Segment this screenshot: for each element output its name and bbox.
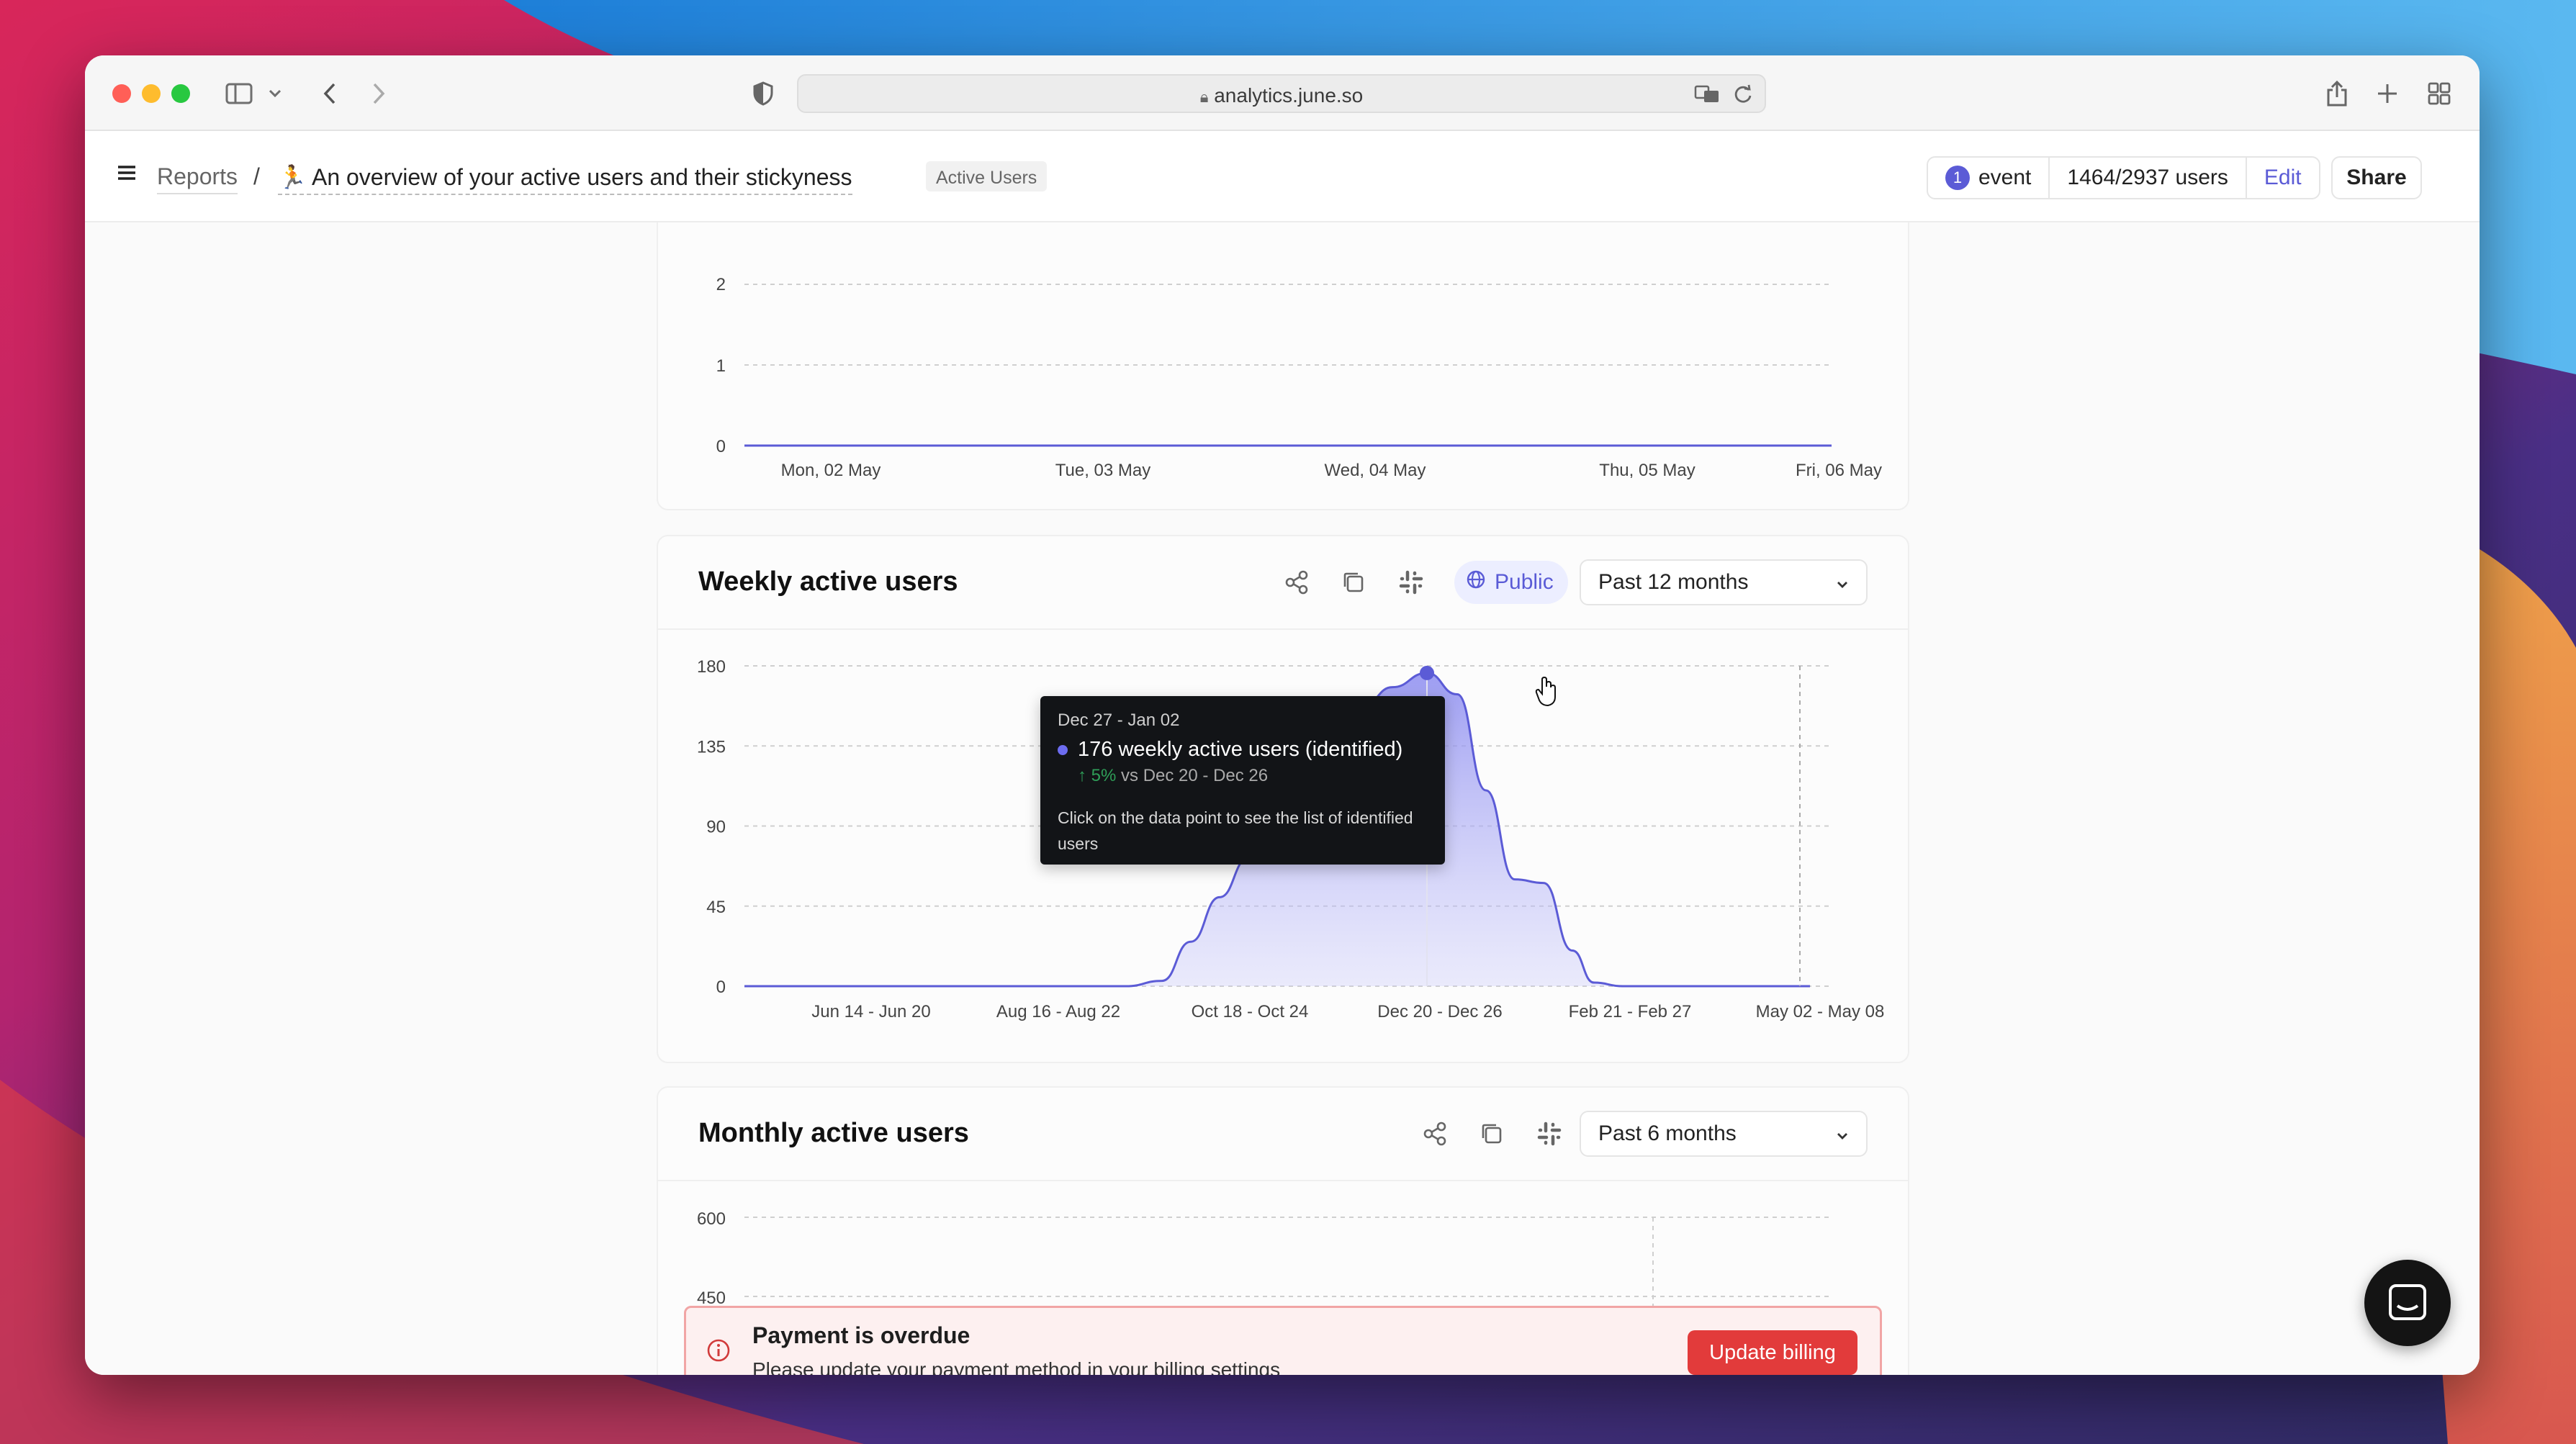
share-icon[interactable] (1420, 1118, 1451, 1150)
chevron-down-icon (1836, 570, 1849, 595)
card-header: Monthly active users Past 6 months (658, 1088, 1908, 1181)
y-tick-label: 90 (706, 818, 726, 837)
mouse-cursor (1535, 676, 1559, 710)
tooltip-compare: vs Dec 20 - Dec 26 (1121, 766, 1269, 785)
report-emoji: 🏃 (278, 164, 307, 190)
x-tick-label: Feb 21 - Feb 27 (1569, 1002, 1692, 1021)
date-range-select[interactable]: Past 6 months (1580, 1111, 1868, 1157)
highlight-point[interactable] (1420, 665, 1434, 680)
arrow-up-icon: ↑ (1078, 766, 1086, 785)
breadcrumb-separator: / (253, 163, 260, 189)
date-range-value: Past 6 months (1598, 1122, 1737, 1145)
card-title: Monthly active users (698, 1118, 969, 1148)
browser-window: 🔒︎ analytics.june.so Reports / 🏃 An over… (85, 55, 2480, 1375)
tooltip-change: 5% (1091, 766, 1117, 785)
x-tick-label: Dec 20 - Dec 26 (1377, 1002, 1502, 1021)
users-count[interactable]: 1464/2937 users (2050, 158, 2247, 198)
share-icon[interactable] (1282, 567, 1313, 598)
report-title-text: An overview of your active users and the… (311, 164, 852, 190)
report-header: Reports / 🏃 An overview of your active u… (85, 131, 2480, 222)
lock-icon: 🔒︎ (1199, 88, 1209, 106)
copy-icon[interactable] (1476, 1118, 1508, 1150)
zoom-window-button[interactable] (171, 84, 190, 103)
card-title: Weekly active users (698, 567, 958, 597)
event-label: event (1978, 166, 2032, 189)
translate-icon[interactable] (1694, 85, 1720, 107)
public-toggle[interactable]: Public (1454, 561, 1568, 604)
y-tick-label: 135 (697, 737, 726, 757)
chart-tooltip: Dec 27 - Jan 02 176 weekly active users … (1040, 696, 1445, 865)
daily-active-users-card: 2 1 0 Mon, 02 May Tue, 03 May Wed, 04 May Thu,… (657, 222, 1909, 510)
x-tick-label: Tue, 03 May (1055, 461, 1151, 480)
privacy-shield-icon[interactable] (749, 76, 778, 112)
y-tick-label: 45 (706, 898, 726, 917)
payment-message: Please update your payment method in you… (752, 1358, 1281, 1375)
share-sheet-icon[interactable] (2323, 76, 2351, 112)
tooltip-value: 176 weekly active users (identified) (1078, 738, 1403, 761)
tab-overview-icon[interactable] (2425, 76, 2454, 112)
chevron-down-icon[interactable] (266, 76, 284, 112)
new-tab-icon[interactable] (2373, 76, 2402, 112)
address-bar[interactable]: 🔒︎ analytics.june.so (797, 74, 1766, 113)
x-tick-label: Thu, 05 May (1599, 461, 1695, 480)
x-tick-label: Aug 16 - Aug 22 (996, 1002, 1120, 1021)
back-arrow-icon[interactable] (315, 76, 344, 112)
minimize-window-button[interactable] (142, 84, 161, 103)
close-window-button[interactable] (112, 84, 131, 103)
x-tick-label: Oct 18 - Oct 24 (1192, 1002, 1309, 1021)
y-tick-label: 1 (716, 356, 726, 376)
url-text: analytics.june.so (1214, 84, 1364, 107)
date-range-value: Past 12 months (1598, 570, 1749, 594)
y-tick-label: 0 (716, 978, 726, 997)
browser-toolbar: 🔒︎ analytics.june.so (85, 55, 2480, 131)
chat-launcher-button[interactable] (2364, 1260, 2451, 1346)
breadcrumb-reports[interactable]: Reports (157, 163, 238, 194)
report-content: 2 1 0 Mon, 02 May Tue, 03 May Wed, 04 May Thu,… (85, 222, 2480, 1375)
slack-icon[interactable] (1395, 567, 1427, 598)
x-tick-label: Mon, 02 May (781, 461, 881, 480)
date-range-select[interactable]: Past 12 months (1580, 559, 1868, 605)
card-header: Weekly active users Public Past 12 month… (658, 536, 1908, 630)
globe-icon (1466, 569, 1486, 595)
payment-overdue-banner: Payment is overdue Please update your pa… (684, 1306, 1882, 1375)
info-icon (706, 1338, 731, 1366)
forward-arrow-icon[interactable] (364, 76, 393, 112)
share-button[interactable]: Share (2331, 156, 2422, 199)
reload-icon[interactable] (1733, 84, 1753, 108)
update-billing-button[interactable]: Update billing (1688, 1330, 1857, 1375)
y-tick-label: 180 (697, 657, 726, 677)
event-count: 1 (1945, 166, 1970, 190)
report-title[interactable]: 🏃 An overview of your active users and t… (278, 163, 852, 195)
report-stats: 1 event 1464/2937 users Edit (1927, 156, 2320, 199)
x-tick-label: Jun 14 - Jun 20 (811, 1002, 930, 1021)
x-tick-label: Wed, 04 May (1325, 461, 1426, 480)
y-tick-label: 600 (697, 1209, 726, 1229)
x-tick-label: May 02 - May 08 (1756, 1002, 1885, 1021)
chat-icon (2389, 1284, 2426, 1320)
public-label: Public (1495, 570, 1554, 594)
slack-icon[interactable] (1534, 1118, 1565, 1150)
tooltip-date: Dec 27 - Jan 02 (1058, 710, 1180, 730)
payment-title: Payment is overdue (752, 1322, 970, 1348)
series-dot (1058, 744, 1068, 755)
tooltip-change-row: ↑ 5% vs Dec 20 - Dec 26 (1058, 766, 1428, 786)
event-count-badge[interactable]: 1 event (1928, 158, 2050, 198)
menu-icon[interactable] (117, 164, 137, 185)
x-tick-label: Fri, 06 May (1796, 461, 1882, 480)
y-tick-label: 450 (697, 1289, 726, 1308)
daily-chart: 2 1 0 Mon, 02 May Tue, 03 May Wed, 04 May Thu,… (716, 275, 1882, 480)
tooltip-value-row: 176 weekly active users (identified) (1058, 738, 1428, 762)
chevron-down-icon (1836, 1122, 1849, 1146)
edit-button[interactable]: Edit (2247, 158, 2319, 198)
tooltip-hint: Click on the data point to see the list … (1058, 808, 1413, 853)
copy-icon[interactable] (1338, 567, 1369, 598)
y-tick-label: 0 (716, 437, 726, 456)
y-tick-label: 2 (716, 275, 726, 294)
report-tag[interactable]: Active Users (926, 161, 1048, 191)
sidebar-toggle-icon[interactable] (223, 76, 255, 112)
